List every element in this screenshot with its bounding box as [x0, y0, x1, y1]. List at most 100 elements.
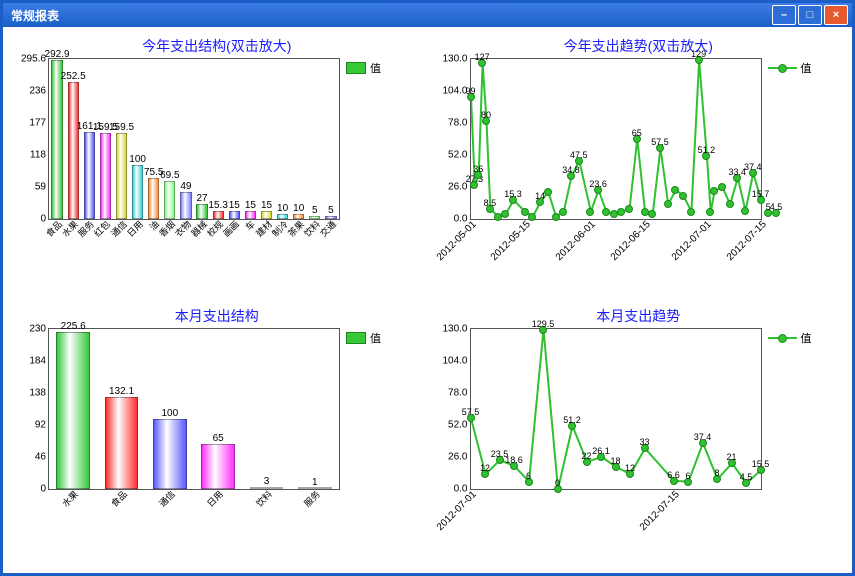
point-label: 4.5: [770, 202, 783, 212]
data-point: [741, 207, 749, 215]
point-label: 57.5: [651, 137, 669, 147]
legend-line-icon: [768, 334, 797, 343]
bar-value-label: 100: [161, 408, 178, 419]
x-tick-label: 2012-05-01: [434, 219, 478, 263]
y-tick-label: 230: [29, 324, 46, 335]
bar: [105, 397, 139, 489]
y-tick-label: 26.0: [448, 452, 467, 463]
point-label: 8.5: [484, 198, 497, 208]
point-label: 65: [632, 128, 642, 138]
legend-label: 值: [370, 60, 381, 76]
bar: [201, 444, 235, 489]
chart-year-trend[interactable]: 今年支出趋势(双击放大)0.026.052.078.0104.0130.0201…: [428, 30, 850, 300]
bar-value-label: 49: [180, 181, 191, 192]
legend-label: 值: [801, 60, 812, 76]
legend-line-icon: [768, 64, 797, 73]
point-label: 37.4: [694, 432, 712, 442]
legend: 值: [346, 60, 381, 76]
data-point: [528, 213, 536, 221]
x-tick-label: 2012-07-01: [670, 219, 714, 263]
close-button[interactable]: ×: [824, 5, 848, 25]
chart-month-trend[interactable]: 本月支出趋势0.026.052.078.0104.0130.02012-07-0…: [428, 300, 850, 570]
y-tick-label: 118: [30, 150, 46, 161]
x-tick-label: 画画: [220, 218, 242, 240]
bar: [116, 133, 127, 219]
bar-value-label: 27: [196, 193, 207, 204]
bar-value-label: 10: [277, 203, 288, 214]
bar: [68, 82, 79, 219]
x-tick-label: 水果: [59, 488, 81, 510]
bar: [84, 132, 95, 219]
bar: [153, 419, 187, 489]
point-label: 15.3: [504, 189, 522, 199]
bar-value-label: 225.6: [61, 321, 86, 332]
y-tick-label: 52.0: [448, 420, 467, 431]
point-label: 80: [481, 110, 491, 120]
data-point: [521, 208, 529, 216]
x-tick-label: 2012-07-15: [724, 219, 768, 263]
chart-year-structure[interactable]: 今年支出结构(双击放大)059118177236295.6292.9食品252.…: [6, 30, 428, 300]
x-tick-label: 2012-07-15: [637, 489, 681, 533]
plot-area: 0.026.052.078.0104.0130.02012-07-012012-…: [470, 328, 762, 490]
bar: [196, 204, 207, 219]
point-label: 129: [691, 49, 706, 59]
y-tick-label: 92: [35, 420, 46, 431]
point-label: 129.5: [532, 319, 555, 329]
y-tick-label: 52.0: [448, 150, 467, 161]
point-label: 57.5: [462, 407, 480, 417]
bar-value-label: 10: [293, 203, 304, 214]
x-tick-label: 交通: [317, 218, 339, 240]
legend-swatch-icon: [346, 332, 366, 344]
legend-label: 值: [370, 330, 381, 346]
maximize-button[interactable]: □: [798, 5, 822, 25]
point-label: 15.7: [752, 189, 770, 199]
point-label: 0: [555, 478, 560, 488]
y-tick-label: 78.0: [448, 388, 467, 399]
x-tick-label: 2012-06-01: [554, 219, 598, 263]
data-point: [625, 205, 633, 213]
legend: 值: [768, 60, 812, 76]
bar: [132, 165, 143, 219]
y-tick-label: 26.0: [448, 182, 467, 193]
data-point: [671, 186, 679, 194]
bar-value-label: 15: [229, 200, 240, 211]
window-buttons: – □ ×: [772, 5, 848, 25]
data-point: [710, 187, 718, 195]
point-label: 18.6: [505, 455, 523, 465]
bar-value-label: 15: [261, 200, 272, 211]
data-point: [664, 200, 672, 208]
y-tick-label: 130.0: [442, 54, 467, 65]
minimize-button[interactable]: –: [772, 5, 796, 25]
content-area: 今年支出结构(双击放大)059118177236295.6292.9食品252.…: [6, 30, 849, 570]
plot-area: 0.026.052.078.0104.0130.02012-05-012012-…: [470, 58, 762, 220]
point-label: 21: [726, 452, 736, 462]
bar: [148, 178, 159, 219]
y-tick-label: 177: [29, 118, 46, 129]
x-tick-label: 2012-06-15: [608, 219, 652, 263]
bar-value-label: 159.5: [109, 122, 134, 133]
data-point: [648, 210, 656, 218]
x-tick-label: 通信: [156, 488, 178, 510]
plot-area: 059118177236295.6292.9食品252.5水果161.1服务15…: [48, 58, 340, 220]
chart-title: 本月支出趋势: [438, 306, 840, 326]
data-point: [679, 192, 687, 200]
point-label: 26.1: [592, 446, 610, 456]
y-tick-label: 295.6: [21, 54, 46, 65]
plot-area: 04692138184230225.6水果132.1食品100通信65日用3饮料…: [48, 328, 340, 490]
point-label: 47.5: [570, 150, 588, 160]
point-label: 22: [581, 451, 591, 461]
point-label: 23.6: [589, 179, 607, 189]
bar-value-label: 65: [213, 433, 224, 444]
titlebar[interactable]: 常规报表 – □ ×: [3, 3, 852, 27]
x-tick-label: 2012-05-15: [488, 219, 532, 263]
point-label: 6: [526, 471, 531, 481]
point-label: 99: [465, 86, 475, 96]
bar: [180, 192, 191, 219]
bar: [164, 181, 175, 219]
data-point: [544, 188, 552, 196]
y-tick-label: 236: [29, 86, 46, 97]
chart-month-structure[interactable]: 本月支出结构04692138184230225.6水果132.1食品100通信6…: [6, 300, 428, 570]
point-label: 8: [714, 468, 719, 478]
point-label: 12: [480, 463, 490, 473]
bar: [56, 332, 90, 489]
